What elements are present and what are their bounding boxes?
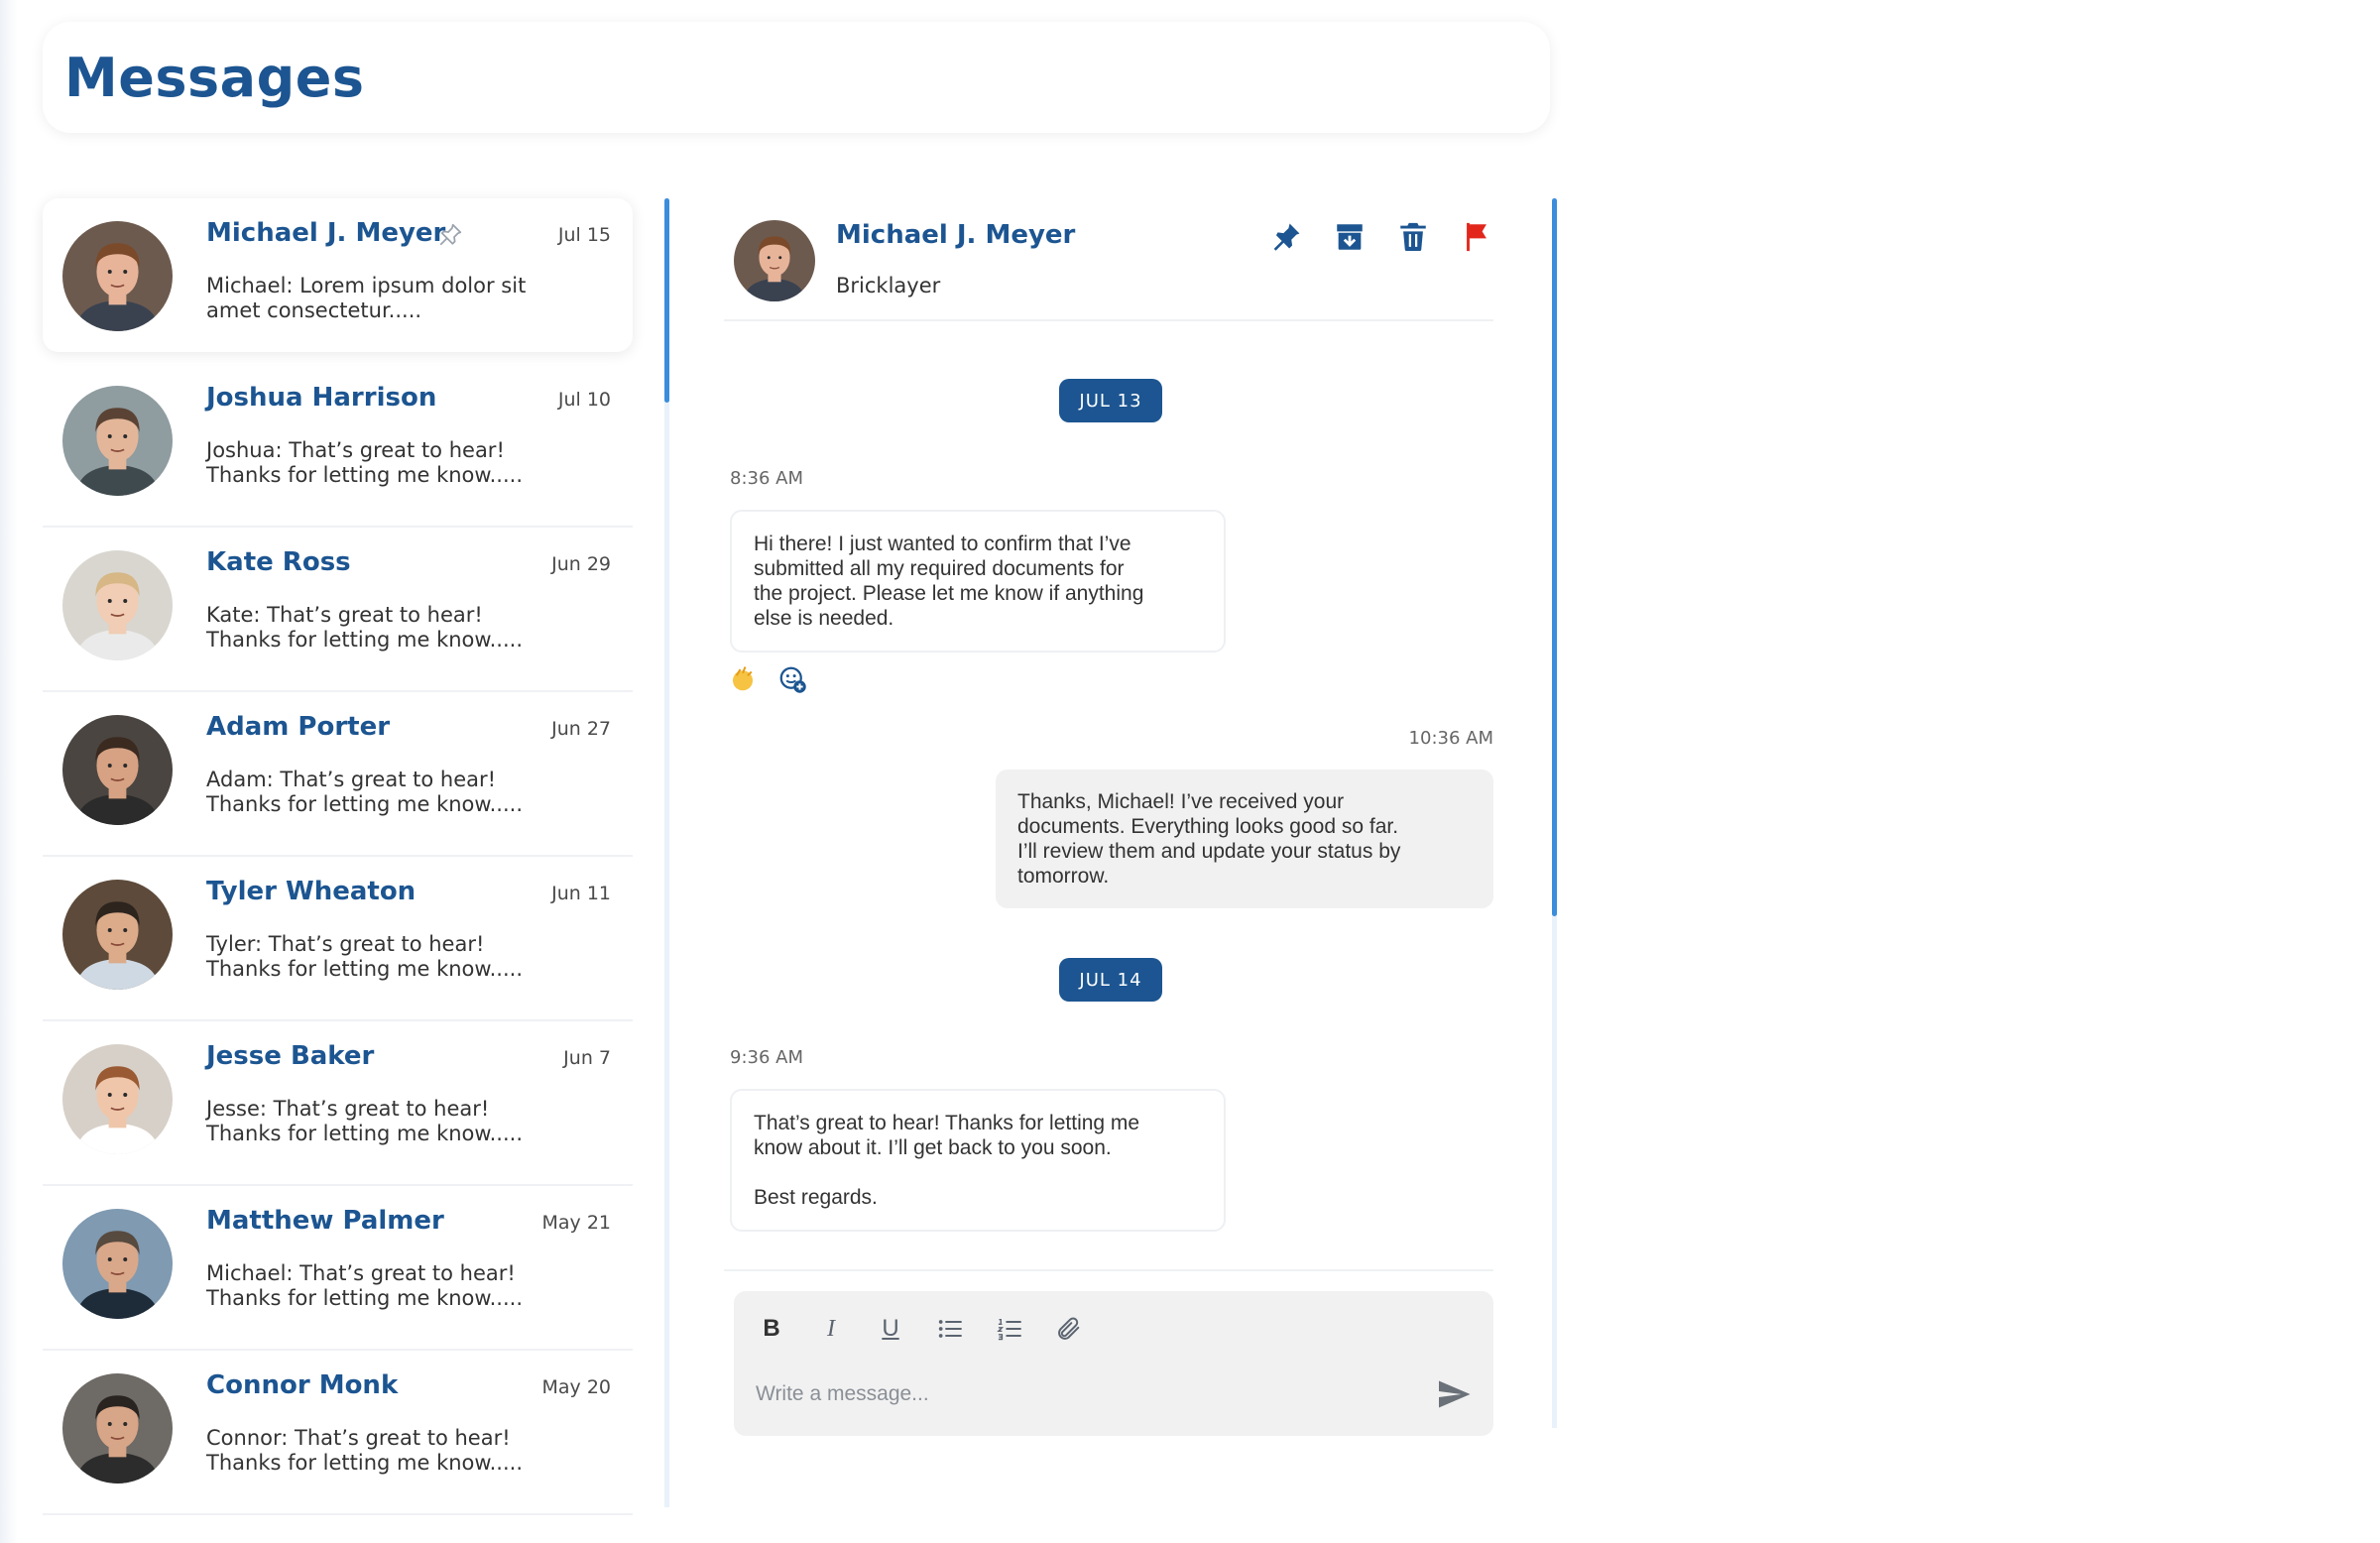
conversation-item[interactable]: Connor Monk May 20 Connor: That’s great to… <box>43 1351 633 1515</box>
conversation-name: Connor Monk <box>206 1370 399 1400</box>
italic-button-label: I <box>827 1315 835 1342</box>
conversation-name: Tyler Wheaton <box>206 877 416 906</box>
conversation-preview: Tyler: That’s great to hear! Thanks for … <box>206 932 524 981</box>
conversation-preview: Connor: That’s great to hear! Thanks for… <box>206 1426 524 1475</box>
composer-divider <box>724 1269 1493 1271</box>
chat-actions <box>1269 220 1493 254</box>
header-card: Messages <box>43 22 1550 133</box>
avatar <box>62 550 173 660</box>
conversation-preview: Jesse: That’s great to hear! Thanks for … <box>206 1097 524 1145</box>
pin-icon[interactable] <box>1269 220 1303 254</box>
conversation-item[interactable]: Adam Porter Jun 27 Adam: That’s great to h… <box>43 692 633 857</box>
conversation-name: Jesse Baker <box>206 1041 375 1071</box>
date-separator-jul-14: JUL 14 <box>1059 958 1162 1002</box>
pinned-icon[interactable] <box>437 222 463 248</box>
conversation-list-scrollbar-thumb[interactable] <box>664 198 669 403</box>
send-icon[interactable] <box>1436 1376 1472 1412</box>
avatar <box>62 1044 173 1154</box>
page-title: Messages <box>64 46 365 109</box>
conversation-date: Jul 15 <box>557 224 611 246</box>
conversation-list: Michael J. Meyer Jul 15 Michael: Lorem ips… <box>43 198 633 1515</box>
incoming-message-bubble: That’s great to hear! Thanks for letting… <box>730 1089 1226 1232</box>
avatar <box>62 1373 173 1484</box>
underline-button-label: U <box>882 1315 899 1342</box>
avatar <box>62 221 173 331</box>
conversation-name: Michael J. Meyer <box>206 218 446 248</box>
conversation-preview: Michael: That’s great to hear! Thanks fo… <box>206 1261 524 1310</box>
message-time: 9:36 AM <box>730 1047 803 1068</box>
conversation-date: May 21 <box>541 1212 612 1234</box>
conversation-name: Joshua Harrison <box>206 383 437 413</box>
attach-icon[interactable] <box>1053 1313 1085 1345</box>
message-time: 10:36 AM <box>1408 728 1493 749</box>
conversation-date: May 20 <box>541 1376 612 1398</box>
conversation-item[interactable]: Tyler Wheaton Jun 11 Tyler: That’s great t… <box>43 857 633 1021</box>
chat-header-divider <box>724 319 1493 321</box>
conversation-item[interactable]: Michael J. Meyer Jul 15 Michael: Lorem ips… <box>43 198 633 352</box>
conversation-date: Jun 29 <box>551 553 611 575</box>
conversation-preview: Joshua: That’s great to hear! Thanks for… <box>206 438 524 487</box>
chat-contact-role: Bricklayer <box>836 274 941 297</box>
conversation-name: Adam Porter <box>206 712 391 742</box>
avatar <box>62 715 173 825</box>
trash-icon[interactable] <box>1396 220 1430 254</box>
add-reaction-icon[interactable] <box>777 664 807 694</box>
chat-contact-avatar <box>734 220 815 301</box>
conversation-item[interactable]: Joshua Harrison Jul 10 Joshua: That’s grea… <box>43 363 633 528</box>
avatar <box>62 386 173 496</box>
italic-button[interactable]: I <box>815 1313 847 1345</box>
message-time: 8:36 AM <box>730 468 803 489</box>
chat-scrollbar-thumb[interactable] <box>1552 198 1557 916</box>
underline-button[interactable]: U <box>875 1313 906 1345</box>
conversation-preview: Michael: Lorem ipsum dolor sit amet cons… <box>206 274 527 322</box>
archive-icon[interactable] <box>1333 220 1367 254</box>
conversation-preview: Kate: That’s great to hear! Thanks for l… <box>206 603 524 652</box>
conversation-name: Kate Ross <box>206 547 351 577</box>
bold-button-label: B <box>763 1315 780 1342</box>
conversation-item[interactable]: Matthew Palmer May 21 Michael: That’s grea… <box>43 1186 633 1351</box>
conversation-date: Jul 10 <box>557 389 611 411</box>
conversation-date: Jun 7 <box>563 1047 611 1069</box>
numbered-list-icon[interactable] <box>994 1313 1025 1345</box>
clapping-hands-emoji[interactable] <box>728 664 758 694</box>
left-edge-shade <box>0 0 18 1543</box>
avatar <box>62 880 173 990</box>
conversation-item[interactable]: Jesse Baker Jun 7 Jesse: That’s great to h… <box>43 1021 633 1186</box>
date-separator-jul-13: JUL 13 <box>1059 379 1162 422</box>
avatar <box>62 1209 173 1319</box>
formatting-toolbar: B I U <box>756 1313 1085 1345</box>
chat-contact-name: Michael J. Meyer <box>836 220 1076 250</box>
conversation-preview: Adam: That’s great to hear! Thanks for l… <box>206 768 524 816</box>
message-input[interactable] <box>756 1376 1390 1412</box>
bold-button[interactable]: B <box>756 1313 787 1345</box>
conversation-date: Jun 27 <box>551 718 611 740</box>
message-composer: B I U <box>734 1291 1493 1436</box>
conversation-date: Jun 11 <box>551 883 611 904</box>
conversation-item[interactable]: Kate Ross Jun 29 Kate: That’s great to hea… <box>43 528 633 692</box>
outgoing-message-bubble: Thanks, Michael! I’ve received your docu… <box>996 770 1493 908</box>
incoming-message-bubble: Hi there! I just wanted to confirm that … <box>730 510 1226 653</box>
conversation-name: Matthew Palmer <box>206 1206 444 1236</box>
bullet-list-icon[interactable] <box>934 1313 966 1345</box>
flag-icon[interactable] <box>1460 220 1493 254</box>
